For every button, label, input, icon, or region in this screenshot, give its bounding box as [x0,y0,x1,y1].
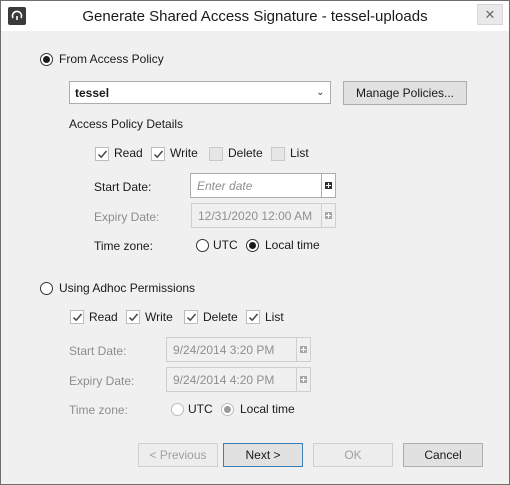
calendar-icon [325,182,332,189]
policy-read-checkbox [95,147,109,161]
adhoc-write-label: Write [145,310,173,324]
policy-delete-label: Delete [228,146,263,160]
policy-list-label: List [290,146,309,160]
ok-button: OK [313,443,393,467]
dialog-body: From Access Policy tessel ⌄ Manage Polic… [1,31,509,484]
policy-start-date-label: Start Date: [94,180,152,194]
calendar-icon [300,376,307,383]
policy-timezone-label: Time zone: [94,239,153,253]
adhoc-list-checkbox[interactable] [246,310,260,324]
adhoc-list-label: List [265,310,284,324]
policy-list-checkbox [271,147,285,161]
title-bar: Generate Shared Access Signature - tesse… [1,1,509,31]
manage-policies-button[interactable]: Manage Policies... [343,81,467,105]
adhoc-start-calendar-button [296,337,311,362]
adhoc-start-date-input: 9/24/2014 3:20 PM [166,337,297,362]
previous-button: < Previous [138,443,218,467]
adhoc-tz-local-label: Local time [240,402,295,416]
policy-delete-checkbox [209,147,223,161]
cancel-button[interactable]: Cancel [403,443,483,467]
policy-start-date-input[interactable]: Enter date [190,173,322,198]
sas-dialog-window: Generate Shared Access Signature - tesse… [0,0,510,485]
adhoc-tz-utc-radio [171,403,184,416]
policy-tz-local-radio[interactable] [246,239,259,252]
policy-expiry-date-input: 12/31/2020 12:00 AM [191,203,322,228]
policy-start-calendar-button[interactable] [321,173,336,198]
policy-expiry-date-label: Expiry Date: [94,210,160,224]
access-policy-details-heading: Access Policy Details [69,117,184,131]
adhoc-start-date-label: Start Date: [69,344,127,358]
adhoc-permissions-label: Using Adhoc Permissions [59,281,196,295]
adhoc-delete-checkbox[interactable] [184,310,198,324]
policy-write-checkbox [151,147,165,161]
calendar-icon [325,212,332,219]
policy-write-label: Write [170,146,198,160]
close-icon[interactable]: ✕ [477,4,503,25]
adhoc-expiry-date-input: 9/24/2014 4:20 PM [166,367,297,392]
policy-select-value: tessel [75,86,110,100]
adhoc-delete-label: Delete [203,310,238,324]
adhoc-tz-utc-label: UTC [188,402,213,416]
adhoc-read-checkbox[interactable] [70,310,84,324]
policy-select[interactable]: tessel ⌄ [69,81,331,104]
adhoc-expiry-date-label: Expiry Date: [69,374,135,388]
policy-expiry-calendar-button [321,203,336,228]
policy-tz-utc-radio[interactable] [196,239,209,252]
next-button[interactable]: Next > [223,443,303,467]
adhoc-permissions-radio[interactable] [40,282,53,295]
adhoc-expiry-calendar-button [296,367,311,392]
adhoc-timezone-label: Time zone: [69,403,128,417]
from-access-policy-radio[interactable] [40,53,53,66]
adhoc-write-checkbox[interactable] [126,310,140,324]
policy-read-label: Read [114,146,143,160]
calendar-icon [300,346,307,353]
policy-tz-utc-label: UTC [213,238,238,252]
policy-tz-local-label: Local time [265,238,320,252]
chevron-down-icon: ⌄ [316,87,324,97]
adhoc-tz-local-radio [221,403,234,416]
from-access-policy-label: From Access Policy [59,52,164,66]
window-title: Generate Shared Access Signature - tesse… [82,8,428,25]
adhoc-read-label: Read [89,310,118,324]
